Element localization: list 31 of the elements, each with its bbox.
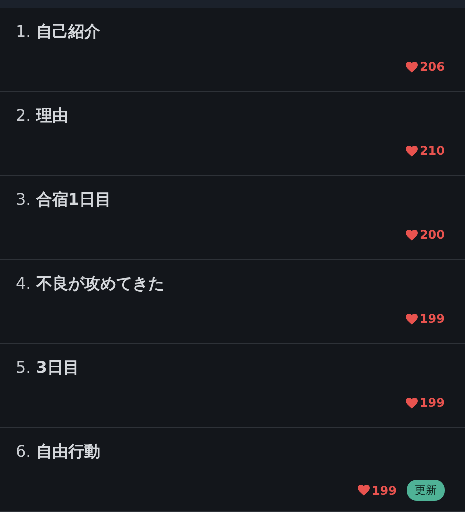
heart-icon <box>406 230 418 240</box>
heart-icon <box>406 398 418 408</box>
episode-title: 理由 <box>36 106 68 127</box>
episode-title: 自己紹介 <box>36 22 100 43</box>
like-count: 210 <box>420 144 445 158</box>
heart-icon <box>406 62 418 72</box>
heart-icon <box>406 314 418 324</box>
episode-row[interactable]: 3. 合宿1日目 200 <box>0 176 465 260</box>
episode-number: 3. <box>16 190 32 209</box>
episode-title: 不良が攻めてきた <box>36 274 164 295</box>
episode-title: 自由行動 <box>36 442 100 463</box>
heart-icon <box>358 485 370 496</box>
episode-title: 3日目 <box>36 358 80 379</box>
episode-row[interactable]: 6. 自由行動 199 更新 <box>0 428 465 512</box>
episode-row[interactable]: 4. 不良が攻めてきた 199 <box>0 260 465 344</box>
like-count: 199 <box>420 312 445 326</box>
episode-number: 4. <box>16 274 32 293</box>
episode-title: 合宿1日目 <box>36 190 112 211</box>
episode-number: 1. <box>16 22 32 41</box>
like-count: 199 <box>420 396 445 410</box>
heart-icon <box>406 146 418 156</box>
episode-number: 5. <box>16 358 32 377</box>
like-count: 206 <box>420 60 445 74</box>
like-count: 200 <box>420 228 445 242</box>
episode-number: 2. <box>16 106 32 125</box>
episode-row[interactable]: 1. 自己紹介 206 <box>0 8 465 92</box>
episode-number: 6. <box>16 442 32 461</box>
episode-row[interactable]: 2. 理由 210 <box>0 92 465 176</box>
like-count: 199 <box>372 484 397 498</box>
update-badge: 更新 <box>407 480 445 501</box>
episode-row[interactable]: 5. 3日目 199 <box>0 344 465 428</box>
